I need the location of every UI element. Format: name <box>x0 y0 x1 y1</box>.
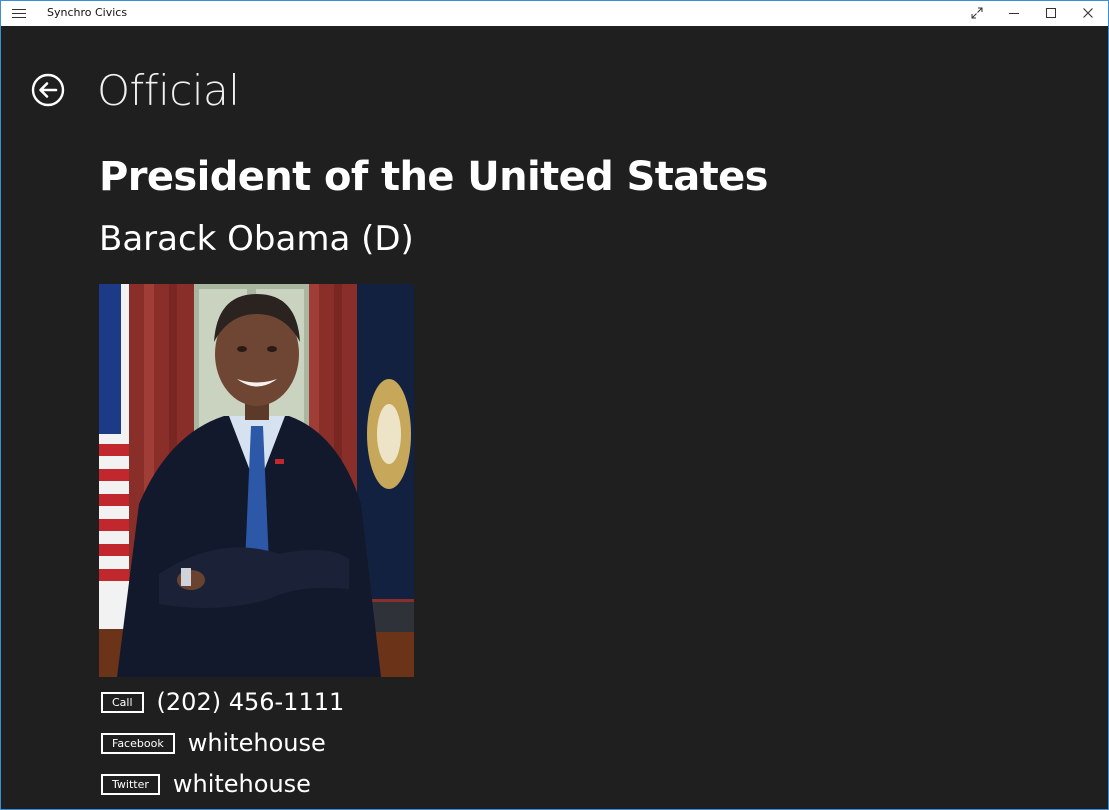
facebook-button[interactable]: Facebook <box>101 732 175 754</box>
maximize-button[interactable] <box>1033 0 1069 26</box>
office-title: President of the United States <box>99 154 769 200</box>
page-title: Official <box>97 66 240 115</box>
back-arrow-icon <box>31 73 65 107</box>
close-button[interactable] <box>1070 0 1106 26</box>
app-title: Synchro Civics <box>47 6 128 19</box>
facebook-handle: whitehouse <box>187 729 326 757</box>
contact-row-facebook: Facebook whitehouse <box>101 729 326 757</box>
close-icon <box>1083 8 1093 18</box>
back-button[interactable] <box>31 73 65 107</box>
hamburger-menu-icon[interactable] <box>12 6 26 20</box>
title-bar: Synchro Civics <box>0 0 1109 26</box>
twitter-button[interactable]: Twitter <box>101 773 160 795</box>
main-content: Official President of the United States … <box>0 26 1109 810</box>
official-portrait <box>99 284 414 677</box>
minimize-button[interactable] <box>996 0 1032 26</box>
phone-number: (202) 456-1111 <box>156 688 345 716</box>
contact-row-twitter: Twitter whitehouse <box>101 770 311 798</box>
twitter-handle: whitehouse <box>172 770 311 798</box>
minimize-icon <box>1009 13 1019 14</box>
call-button[interactable]: Call <box>101 691 144 713</box>
maximize-icon <box>1046 8 1056 18</box>
fullscreen-icon[interactable] <box>959 0 995 26</box>
official-name: Barack Obama (D) <box>99 219 414 259</box>
contact-row-phone: Call (202) 456-1111 <box>101 688 344 716</box>
